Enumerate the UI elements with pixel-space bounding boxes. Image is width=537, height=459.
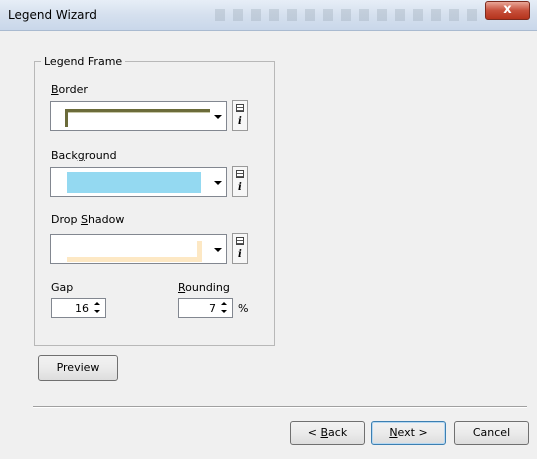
spin-up-icon xyxy=(221,302,227,305)
spin-arrows-icon[interactable] xyxy=(219,301,230,315)
grid-icon xyxy=(236,237,244,245)
background-label: Background xyxy=(51,149,117,162)
preview-button[interactable]: Preview xyxy=(38,355,118,381)
drop-shadow-bottom-strip xyxy=(67,257,202,262)
gap-spinner[interactable]: 16 xyxy=(51,298,106,318)
drop-shadow-side-strip xyxy=(197,241,202,262)
chevron-down-icon xyxy=(214,115,222,119)
drop-shadow-options-button[interactable]: i xyxy=(232,233,248,264)
border-label: Border xyxy=(51,83,88,96)
spin-up-icon xyxy=(94,302,100,305)
window-title: Legend Wizard xyxy=(8,8,97,22)
grid-icon xyxy=(236,170,244,178)
border-swatch-inner xyxy=(68,112,210,113)
legend-frame-title: Legend Frame xyxy=(41,55,126,68)
drop-shadow-label: Drop Shadow xyxy=(51,213,125,226)
rounding-unit: % xyxy=(238,302,249,315)
background-swatch-dropdown[interactable] xyxy=(50,167,227,197)
grid-icon xyxy=(236,104,244,112)
info-icon: i xyxy=(238,249,242,260)
gap-value: 16 xyxy=(75,302,89,315)
separator xyxy=(33,406,527,408)
chevron-down-icon xyxy=(214,248,222,252)
close-button[interactable]: x xyxy=(485,1,530,20)
spin-down-icon xyxy=(94,310,100,313)
background-options-button[interactable]: i xyxy=(232,166,248,197)
chevron-down-icon xyxy=(214,181,222,185)
close-icon: x xyxy=(503,2,512,17)
border-swatch-dropdown[interactable] xyxy=(50,101,227,131)
rounding-spinner[interactable]: 7 xyxy=(178,298,233,318)
cancel-button[interactable]: Cancel xyxy=(454,421,529,445)
spin-arrows-icon[interactable] xyxy=(92,301,103,315)
background-swatch-fill xyxy=(67,172,201,193)
title-bar: Legend Wizard x xyxy=(0,0,537,31)
drop-shadow-swatch-dropdown[interactable] xyxy=(50,234,227,264)
border-options-button[interactable]: i xyxy=(232,100,248,131)
rounding-value: 7 xyxy=(209,302,216,315)
next-button[interactable]: Next > xyxy=(371,421,446,445)
info-icon: i xyxy=(238,116,242,127)
gap-label: Gap xyxy=(51,281,74,294)
rounding-label: Rounding xyxy=(178,281,230,294)
background-ghost-toolbar xyxy=(215,9,485,21)
info-icon: i xyxy=(238,182,242,193)
spin-down-icon xyxy=(221,310,227,313)
back-button[interactable]: < Back xyxy=(290,421,365,445)
